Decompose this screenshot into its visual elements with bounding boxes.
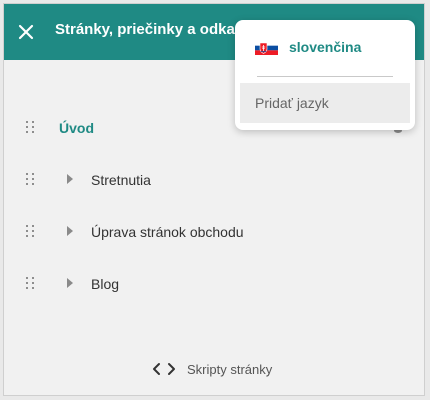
expand-arrow-icon[interactable] <box>67 278 73 288</box>
page-scripts-label: Skripty stránky <box>187 361 273 377</box>
page-item-blog[interactable]: Blog <box>4 267 424 301</box>
code-brackets-icon <box>152 361 178 377</box>
page-label-uvod[interactable]: Úvod <box>59 120 94 136</box>
page-item-uprava-stranok-obchodu[interactable]: Úprava stránok obchodu <box>4 215 424 249</box>
page-label-stretnutia[interactable]: Stretnutia <box>91 172 151 188</box>
page-title: Stránky, priečinky a odkazy <box>55 21 251 38</box>
page-scripts-button[interactable]: Skripty stránky <box>152 361 272 377</box>
close-button[interactable] <box>12 18 40 46</box>
language-dropdown: slovenčina Pridať jazyk <box>235 20 415 130</box>
drag-handle-icon[interactable] <box>26 225 36 239</box>
drag-handle-icon[interactable] <box>26 277 36 291</box>
add-language-label: Pridať jazyk <box>255 95 329 111</box>
page-label-blog[interactable]: Blog <box>91 276 119 292</box>
page-item-stretnutia[interactable]: Stretnutia <box>4 163 424 197</box>
expand-arrow-icon[interactable] <box>67 174 73 184</box>
drag-handle-icon[interactable] <box>26 121 36 135</box>
expand-arrow-icon[interactable] <box>67 226 73 236</box>
close-icon <box>18 24 34 40</box>
add-language-button[interactable]: Pridať jazyk <box>240 83 410 123</box>
language-label: slovenčina <box>289 39 362 55</box>
dropdown-divider <box>257 76 393 77</box>
drag-handle-icon[interactable] <box>26 173 36 187</box>
page-label-uprava-stranok-obchodu[interactable]: Úprava stránok obchodu <box>91 224 244 240</box>
language-option-slovak[interactable]: slovenčina <box>235 20 415 75</box>
slovak-flag-icon <box>255 41 278 55</box>
